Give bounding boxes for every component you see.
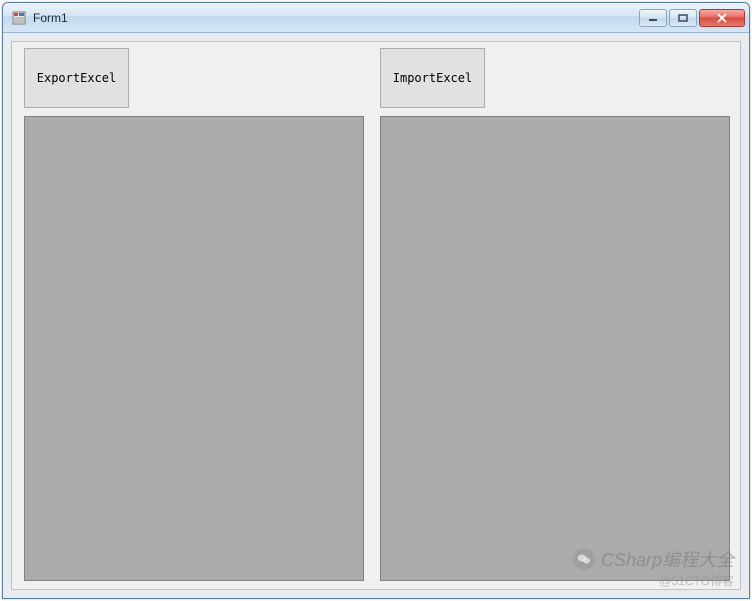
left-panel: [24, 116, 364, 581]
app-icon: [11, 10, 27, 26]
import-excel-label: ImportExcel: [393, 71, 472, 85]
titlebar[interactable]: Form1: [3, 3, 749, 33]
window-controls: [639, 9, 745, 27]
window-frame: Form1 ExportExcel ImportExcel: [2, 2, 750, 599]
import-excel-button[interactable]: ImportExcel: [380, 48, 485, 108]
export-excel-button[interactable]: ExportExcel: [24, 48, 129, 108]
window-title: Form1: [33, 11, 639, 25]
maximize-button[interactable]: [669, 9, 697, 27]
right-panel: [380, 116, 730, 581]
close-button[interactable]: [699, 9, 745, 27]
export-excel-label: ExportExcel: [37, 71, 116, 85]
minimize-button[interactable]: [639, 9, 667, 27]
client-area: ExportExcel ImportExcel: [11, 41, 741, 590]
